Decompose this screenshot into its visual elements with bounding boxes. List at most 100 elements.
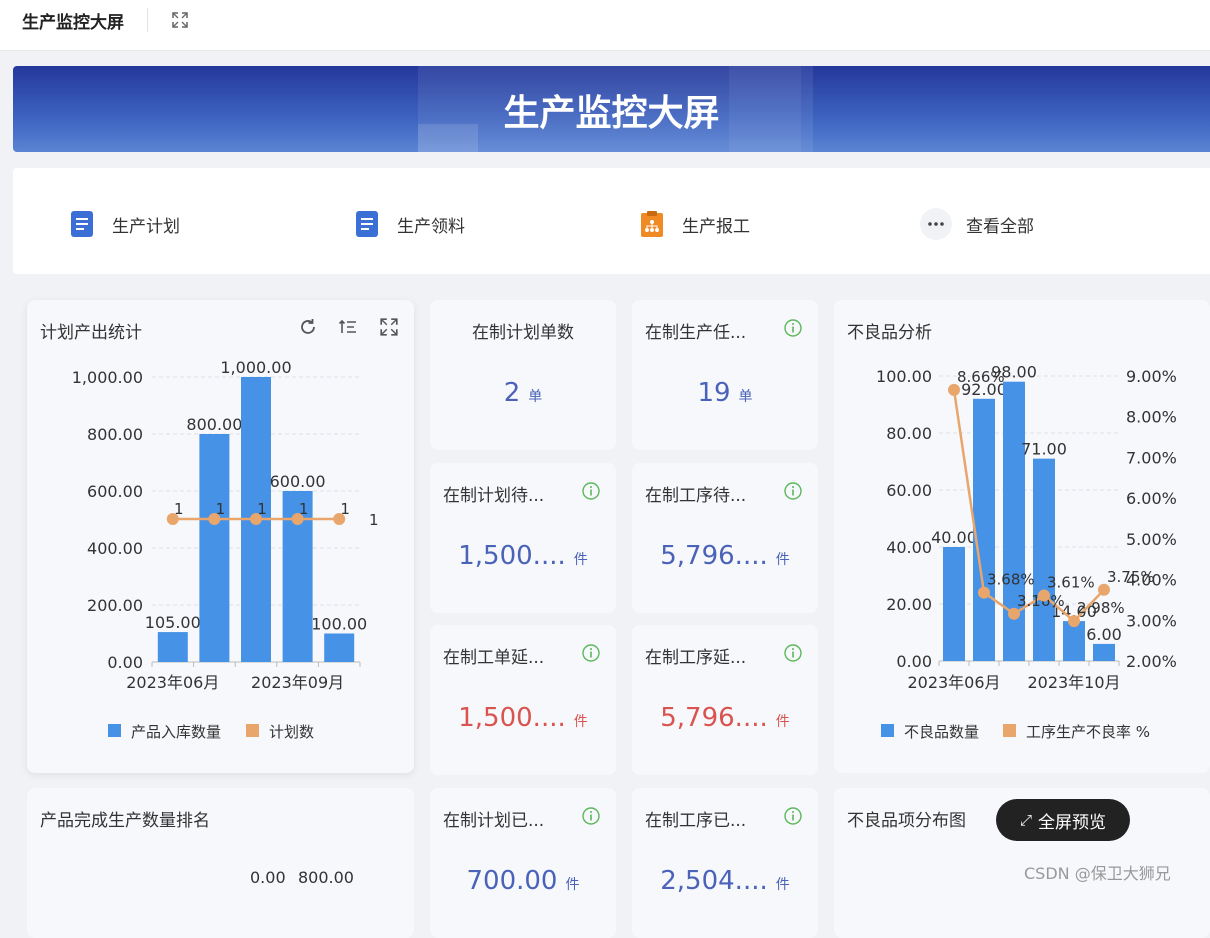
line-data-label: 1 xyxy=(299,500,309,518)
x-tick-label: 2023年10月 xyxy=(1027,673,1120,692)
y-tick-label: 0.00 xyxy=(896,652,932,671)
bar xyxy=(943,547,965,661)
y-tick-label: 400.00 xyxy=(87,539,143,558)
shortcut-bar: 生产计划 生产领料 生产报工 查看全部 xyxy=(13,168,1210,274)
shortcut-label: 生产计划 xyxy=(112,216,180,237)
legend-label: 计划数 xyxy=(269,723,314,741)
y-tick-label: 100.00 xyxy=(876,367,932,386)
divider xyxy=(147,8,148,32)
bar xyxy=(324,633,355,662)
document-icon xyxy=(71,211,93,237)
line-data-label: 2.98% xyxy=(1077,599,1125,617)
y2-tick-label: 7.00% xyxy=(1126,448,1177,467)
plan-output-chart: 0.00 200.00 400.00 600.00 800.00 1,000.00 105.… xyxy=(72,358,379,741)
fullscreen-preview-label: 全屏预览 xyxy=(1038,812,1106,833)
kpi-title: 在制计划待... xyxy=(443,486,545,506)
fullscreen-icon[interactable] xyxy=(171,11,189,29)
plan-output-card: 计划产出统计 0.00 200.00 400.00 600.00 800.00 1,000… xyxy=(27,300,414,773)
bar-data-label: 800.00 xyxy=(186,415,242,434)
kpi-unit: 件 xyxy=(775,714,790,730)
kpi-value: 1,500.... 件 xyxy=(430,541,616,571)
kpi-card: 在制计划单数 2单 xyxy=(430,300,616,450)
info-icon[interactable] xyxy=(784,644,802,662)
kpi-value: 5,796.... 件 xyxy=(632,703,818,733)
legend-swatch xyxy=(1003,724,1016,737)
clipboard-icon xyxy=(641,211,663,237)
y-tick-label: 600.00 xyxy=(87,482,143,501)
card-title: 产品完成生产数量排名 xyxy=(40,811,210,831)
kpi-number: 5,796.... xyxy=(660,541,768,571)
kpi-number: 5,796.... xyxy=(660,703,768,733)
info-icon[interactable] xyxy=(582,644,600,662)
legend-label: 不良品数量 xyxy=(904,723,979,741)
kpi-title: 在制工序待... xyxy=(645,486,747,506)
kpi-number: 1,500.... xyxy=(458,541,566,571)
y-tick-label: 1,000.00 xyxy=(72,368,143,387)
info-icon[interactable] xyxy=(582,807,600,825)
legend-swatch xyxy=(108,724,121,737)
bar xyxy=(1033,458,1055,661)
kpi-unit: 单 xyxy=(738,389,753,405)
y-tick-label: 0.00 xyxy=(107,653,143,672)
shortcut-view-all[interactable]: 查看全部 xyxy=(920,208,1034,240)
line-data-label: 1 xyxy=(216,500,226,518)
bar-data-label: 600.00 xyxy=(270,472,326,491)
kpi-number: 700.00 xyxy=(466,866,558,896)
y-tick-label: 800.00 xyxy=(87,425,143,444)
y2-tick-label: 9.00% xyxy=(1126,367,1177,386)
kpi-value: 700.00 件 xyxy=(430,866,616,896)
x-tick-label: 2023年09月 xyxy=(251,673,344,692)
y-tick-label: 80.00 xyxy=(886,424,932,443)
legend-swatch xyxy=(881,724,894,737)
kpi-value: 2,504.... 件 xyxy=(632,866,818,896)
kpi-card: 在制生产任... 19 单 xyxy=(632,300,818,450)
fullscreen-preview-button[interactable]: ⤢ 全屏预览 xyxy=(996,799,1130,841)
shortcut-label: 生产领料 xyxy=(397,216,465,237)
kpi-value: 2单 xyxy=(430,378,616,408)
top-bar: 生产监控大屏 xyxy=(0,0,1210,51)
y2-tick-label: 2.00% xyxy=(1126,652,1177,671)
kpi-card: 在制工序延... 5,796.... 件 xyxy=(632,625,818,775)
kpi-unit: 件 xyxy=(565,877,580,893)
line-data-label: 1 xyxy=(257,500,267,518)
y-tick-label: 20.00 xyxy=(886,595,932,614)
expand-arrows-icon: ⤢ xyxy=(1019,811,1032,829)
bar xyxy=(973,398,995,661)
info-icon[interactable] xyxy=(784,482,802,500)
defect-analysis-chart: 0.00 20.00 40.00 60.00 80.00 100.00 2.00% 3.00%… xyxy=(876,363,1177,741)
banner-title: 生产监控大屏 xyxy=(503,93,720,134)
kpi-unit: 件 xyxy=(573,714,588,730)
shortcut-work-report[interactable]: 生产报工 xyxy=(640,210,750,238)
ranking-card: 产品完成生产数量排名 0.00 800.00 xyxy=(27,788,414,938)
info-icon[interactable] xyxy=(784,807,802,825)
bar-data-label: 1,000.00 xyxy=(220,358,291,377)
shortcut-material-picking[interactable]: 生产领料 xyxy=(355,210,465,238)
kpi-value: 5,796.... 件 xyxy=(632,541,818,571)
legend-swatch xyxy=(246,724,259,737)
y2-tick-label: 8.00% xyxy=(1126,408,1177,427)
x-tick-label: 2023年06月 xyxy=(907,673,1000,692)
bar-data-label: 105.00 xyxy=(145,613,201,632)
kpi-title: 在制计划已... xyxy=(443,811,545,831)
y-tick-label: 40.00 xyxy=(886,538,932,557)
shortcut-label: 生产报工 xyxy=(682,216,750,237)
bar-data-label: 6.00 xyxy=(1086,625,1122,644)
bar-data-label: 100.00 xyxy=(311,615,367,634)
dashboard-banner: 生产监控大屏 xyxy=(13,66,1210,152)
kpi-card: 在制计划待... 1,500.... 件 xyxy=(430,463,616,613)
line-data-label: 8.66% xyxy=(957,368,1005,386)
line-data-label: 3.61% xyxy=(1047,573,1095,591)
y2-tick-label: 6.00% xyxy=(1126,489,1177,508)
kpi-unit: 件 xyxy=(775,877,790,893)
y-tick-label: 200.00 xyxy=(87,596,143,615)
legend-label: 产品入库数量 xyxy=(131,723,221,741)
kpi-card: 在制工序待... 5,796.... 件 xyxy=(632,463,818,613)
info-icon[interactable] xyxy=(582,482,600,500)
card-title: 不良品项分布图 xyxy=(847,811,966,831)
kpi-title: 在制生产任... xyxy=(645,323,747,343)
app-title: 生产监控大屏 xyxy=(22,13,124,33)
axis-tick-label: 0.00 xyxy=(250,868,286,887)
info-icon[interactable] xyxy=(784,319,802,337)
kpi-title: 在制工单延... xyxy=(443,648,545,668)
shortcut-production-plan[interactable]: 生产计划 xyxy=(70,210,180,238)
